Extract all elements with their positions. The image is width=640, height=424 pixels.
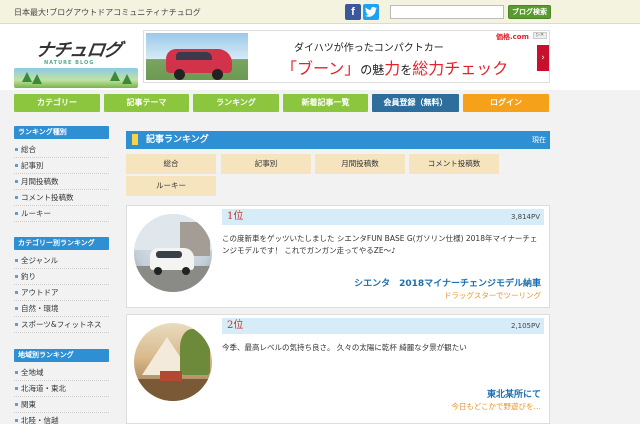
filter-rookie[interactable]: ルーキー [126, 176, 216, 196]
ranking-type-heading: ランキング種別 [14, 126, 109, 139]
chair-area [160, 371, 182, 381]
sidebar-item-all-regions[interactable]: 全地域 [14, 365, 109, 381]
rank-position: 2位 [227, 320, 244, 331]
sidebar-item-kanto[interactable]: 関東 [14, 397, 109, 413]
sidebar-item-monthly-posts[interactable]: 月間投稿数 [14, 174, 109, 190]
banner-tagline-part: 「ブーン」 [281, 59, 361, 78]
facebook-icon[interactable]: f [345, 4, 361, 20]
nav-login[interactable]: ログイン [463, 94, 549, 112]
car-window [176, 52, 212, 60]
banner-headline: ダイハツが作ったコンパクトカー [294, 43, 444, 54]
ad-banner[interactable]: ダイハツが作ったコンパクトカー 「ブーン」の魅力を総力チェック 価格.com ▷… [143, 30, 550, 83]
section-header: 記事ランキング 現在 [126, 131, 550, 149]
car-wheel [174, 69, 185, 80]
sidebar-item-nature[interactable]: 自然・環境 [14, 301, 109, 317]
region-ranking-heading: 地域別ランキング [14, 349, 109, 362]
sidebar-item-by-article[interactable]: 記事別 [14, 158, 109, 174]
twitter-bird-icon [365, 7, 377, 17]
search-button[interactable]: ブログ検索 [508, 5, 551, 19]
site-tagline: 日本最大!ブログアウトドアコミュニティナチュログ [14, 8, 201, 17]
entry-thumbnail[interactable] [134, 323, 212, 401]
rank-position: 1位 [227, 211, 244, 222]
nav-register[interactable]: 会員登録（無料） [372, 94, 459, 112]
sidebar-item-fishing[interactable]: 釣り [14, 269, 109, 285]
tree-icon [22, 72, 32, 82]
banner-brand: 価格.com [496, 33, 529, 41]
banner-tagline: 「ブーン」の魅力を総力チェック [281, 55, 508, 79]
filter-by-article[interactable]: 記事別 [221, 154, 311, 174]
car-wheel [182, 267, 190, 275]
twitter-icon[interactable] [363, 4, 379, 20]
logo-landscape [14, 68, 138, 88]
entry-thumbnail[interactable] [134, 214, 212, 292]
filter-comments[interactable]: コメント投稿数 [409, 154, 499, 174]
nav-category[interactable]: カテゴリー [14, 94, 100, 112]
section-title: 記事ランキング [146, 135, 209, 145]
banner-tagline-part: 総力チェック [412, 59, 509, 78]
bookmark-icon [132, 134, 138, 148]
entry-author-link[interactable]: 今日もどこかで野遊びを… [451, 401, 541, 412]
car-wheel [212, 69, 223, 80]
top-bar: 日本最大!ブログアウトドアコミュニティナチュログ f ブログ検索 [0, 0, 640, 24]
global-nav: カテゴリー 記事テーマ ランキング 新着記事一覧 会員登録（無料） ログイン [0, 94, 640, 112]
ranking-entry[interactable]: 1位 3,814PV この度新車をゲッツいたしました シエンタFUN BASE … [126, 205, 550, 308]
banner-tagline-part: を [400, 63, 413, 77]
car-window [156, 251, 182, 258]
ad-choices-icon[interactable]: ▷✕ [533, 32, 547, 39]
sidebar-item-hokkaido-tohoku[interactable]: 北海道・東北 [14, 381, 109, 397]
logo-text: ナチュログ [34, 40, 123, 61]
entry-description: 今季、最高レベルの気持ち良さ。 久々の太陽に乾杯 綺麗な夕景が観たい [222, 343, 467, 352]
category-ranking-list: 全ジャンル 釣り アウトドア 自然・環境 スポーツ&フィットネス [14, 253, 109, 333]
sidebar-item-overall[interactable]: 総合 [14, 142, 109, 158]
logo-subtitle: NATURE BLOG [44, 60, 95, 66]
tree-area [180, 329, 210, 375]
filter-monthly-posts[interactable]: 月間投稿数 [315, 154, 405, 174]
car-wheel [154, 267, 162, 275]
sidebar: ランキング種別 総合 記事別 月間投稿数 コメント投稿数 ルーキー カテゴリー別… [14, 126, 109, 424]
nav-theme[interactable]: 記事テーマ [104, 94, 189, 112]
tree-icon [122, 74, 132, 84]
tree-icon [32, 74, 42, 84]
region-ranking-list: 全地域 北海道・東北 関東 北陸・信越 [14, 365, 109, 424]
sidebar-item-hokuriku[interactable]: 北陸・信越 [14, 413, 109, 424]
car-image [146, 33, 248, 80]
rank-bar: 1位 3,814PV [222, 209, 544, 225]
entry-title-link[interactable]: シエンタ 2018マイナーチェンジモデル納車 [354, 276, 541, 289]
banner-tagline-part: の魅 [360, 63, 385, 77]
ranking-type-list: 総合 記事別 月間投稿数 コメント投稿数 ルーキー [14, 142, 109, 222]
sidebar-item-all-genres[interactable]: 全ジャンル [14, 253, 109, 269]
rank-bar: 2位 2,105PV [222, 318, 544, 334]
search-input[interactable] [390, 5, 504, 19]
sidebar-item-outdoor[interactable]: アウトドア [14, 285, 109, 301]
sidebar-item-rookie[interactable]: ルーキー [14, 206, 109, 222]
ranking-entry[interactable]: 2位 2,105PV 今季、最高レベルの気持ち良さ。 久々の太陽に乾杯 綺麗な夕… [126, 314, 550, 424]
ground-area [134, 379, 212, 401]
header: ナチュログ NATURE BLOG ダイハツが作ったコンパクトカー 「ブーン」の… [0, 24, 640, 90]
nav-new-posts[interactable]: 新着記事一覧 [283, 94, 368, 112]
chevron-right-icon[interactable]: › [537, 45, 549, 71]
sidebar-item-sports[interactable]: スポーツ&フィットネス [14, 317, 109, 333]
tree-icon [110, 71, 120, 81]
page-views: 2,105PV [510, 322, 540, 330]
entry-title-link[interactable]: 東北某所にて [487, 387, 541, 400]
category-ranking-heading: カテゴリー別ランキング [14, 237, 109, 250]
nav-ranking[interactable]: ランキング [193, 94, 279, 112]
entry-author-link[interactable]: ドラッグスターでツーリング [444, 290, 541, 301]
banner-tagline-part: 力 [384, 59, 401, 78]
filter-overall[interactable]: 総合 [126, 154, 216, 174]
now-label: 現在 [532, 136, 546, 144]
entry-description: この度新車をゲッツいたしました シエンタFUN BASE G(ガソリン仕様) 2… [222, 234, 538, 255]
sidebar-item-comments[interactable]: コメント投稿数 [14, 190, 109, 206]
site-logo[interactable]: ナチュログ NATURE BLOG [14, 28, 138, 88]
page-views: 3,814PV [510, 213, 540, 221]
